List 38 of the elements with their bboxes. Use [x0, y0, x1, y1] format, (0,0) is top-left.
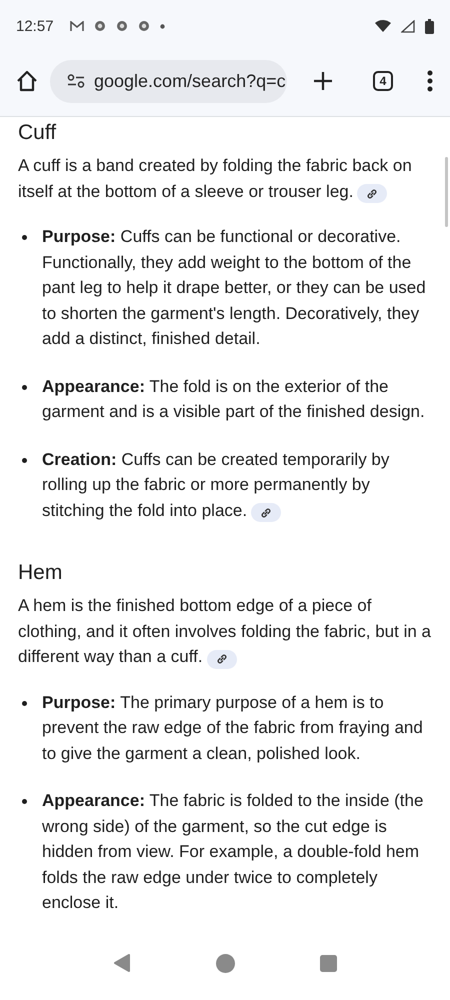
bullet-icon [22, 235, 27, 240]
browser-icon [94, 20, 106, 32]
paragraph: A cuff is a band created by folding the fabric back on itself at the bottom of a sleeve or trouser leg. [18, 153, 432, 204]
home-icon[interactable] [16, 70, 38, 92]
list-item-text: Purpose: Cuffs can be functional or decorative. Functionally, they add weight to the bottom of the pant leg to help it drape better, or they can be used to shorten the garment's length. Decoratively, they add a distinct, finished detail. [42, 226, 427, 350]
list-item-text: Creation: Cuffs can be created temporarily by rolling up the fabric or more permanently by stitching the fold into place. [42, 446, 432, 523]
list-item-text: Appearance: The fabric is folded to the inside (the wrong side) of the garment, so the cut edge is hidden from view. For example, a double-fold hem folds the raw edge under twice to completely enclose it. [42, 790, 424, 914]
menu-icon[interactable] [427, 70, 433, 92]
browser-icon [138, 20, 150, 32]
address-bar[interactable]: google.com/search?q=c [50, 60, 287, 102]
section-heading: Cuff [18, 121, 58, 145]
tab-count-button[interactable]: 4 [373, 71, 393, 91]
mail-icon [70, 20, 84, 32]
list-item-text: Appearance: The fold is on the exterior of the garment and is a visible part of the finished design. [42, 376, 426, 423]
section-heading: Hem [18, 561, 64, 585]
bullet-icon [22, 458, 27, 462]
source-link-button[interactable] [357, 184, 388, 203]
link-icon [260, 506, 272, 518]
bullet-icon [22, 384, 27, 390]
link-icon [216, 653, 228, 665]
bullet-icon [22, 700, 27, 706]
source-link-button[interactable] [251, 503, 282, 522]
dot-icon [160, 24, 165, 28]
source-link-button[interactable] [206, 650, 237, 668]
browser-icon [116, 20, 128, 32]
signal-icon [401, 20, 415, 32]
back-icon[interactable] [112, 954, 131, 972]
site-settings-icon [67, 74, 85, 88]
paragraph: A hem is the finished bottom edge of a piece of clothing, and it often involves folding the fabric, but in a different way than a cuff. [18, 593, 432, 670]
wifi-icon [375, 20, 391, 32]
clock-time: 12:57 [16, 18, 54, 34]
bullet-icon [22, 799, 27, 804]
recents-icon[interactable] [320, 954, 338, 972]
link-icon [366, 188, 378, 200]
new-tab-icon[interactable] [313, 71, 333, 91]
battery-icon [425, 18, 434, 34]
list-item-text: Purpose: The primary purpose of a hem is to prevent the raw edge of the fabric from fraying and to give the garment a clean, polished look. [42, 692, 424, 764]
scrollbar [445, 157, 448, 227]
